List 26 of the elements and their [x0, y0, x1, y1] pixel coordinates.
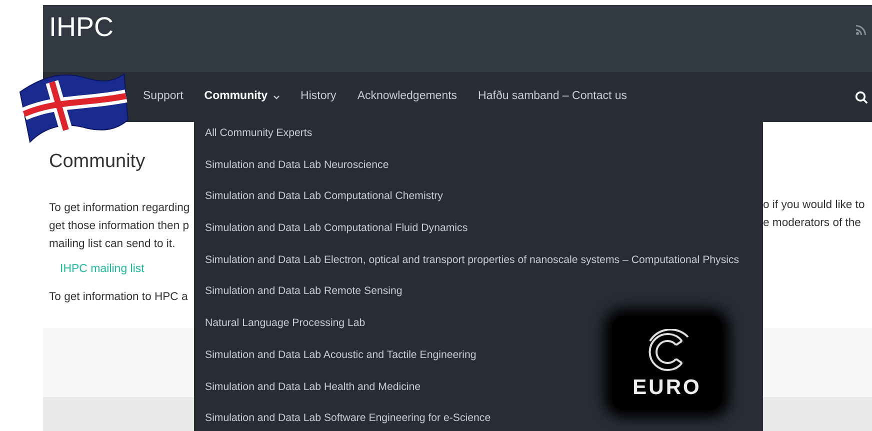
paragraph-text: o if you would like to: [763, 198, 866, 213]
dropdown-item[interactable]: Simulation and Data Lab Computational Chemistry: [194, 188, 454, 220]
dropdown-item[interactable]: Simulation and Data Lab Electron, optical and transport properties of nanoscale systems – Computational Physics: [194, 252, 750, 284]
paragraph-text: get those information then p: [49, 218, 190, 234]
nav-link[interactable]: Support: [143, 88, 184, 106]
nav-link[interactable]: History: [300, 88, 336, 106]
dropdown-item[interactable]: Simulation and Data Lab Software Engineering for e-Science: [194, 410, 502, 431]
paragraph-text: To get information regarding: [49, 200, 191, 216]
paragraph-text: mailing list can send to it.: [49, 236, 176, 252]
dropdown-item[interactable]: Simulation and Data Lab Remote Sensing: [194, 283, 414, 316]
dropdown-item[interactable]: Simulation and Data Lab Acoustic and Tactile Engineering: [194, 346, 488, 378]
page-heading: Community: [49, 150, 146, 174]
dropdown-item[interactable]: Natural Language Processing Lab: [194, 315, 376, 347]
paragraph-text: e moderators of the: [763, 216, 862, 231]
nav-link[interactable]: Community: [204, 88, 280, 106]
logo-text: EURO: [632, 376, 702, 398]
paragraph-text: To get information to HPC a: [49, 290, 189, 305]
site-title[interactable]: IHPC: [49, 13, 114, 43]
dropdown-item[interactable]: Simulation and Data Lab Neuroscience: [194, 156, 400, 188]
dropdown-item[interactable]: All Community Experts: [194, 125, 324, 157]
dropdown-item[interactable]: Simulation and Data Lab Computational Fluid Dynamics: [194, 220, 479, 252]
search-icon[interactable]: [855, 90, 868, 104]
nav-link[interactable]: Hafðu samband – Contact us: [478, 88, 627, 106]
nav-link[interactable]: Acknowledgements: [357, 88, 458, 106]
rss-icon[interactable]: [856, 25, 866, 35]
dropdown-item[interactable]: Simulation and Data Lab Health and Medicine: [194, 378, 432, 410]
